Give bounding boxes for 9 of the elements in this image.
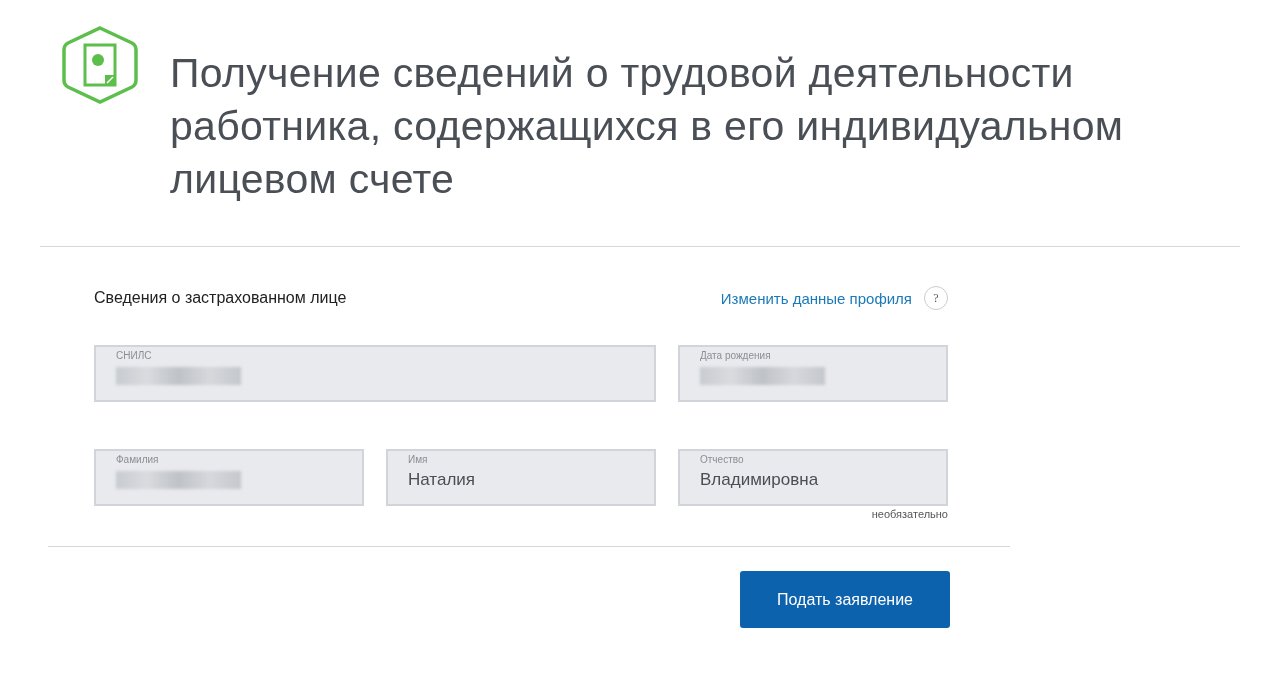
page-title: Получение сведений о трудовой деятельности работника, содержащихся в его индивидуальном лицевом счете: [170, 49, 1125, 204]
optional-note: необязательно: [871, 508, 948, 520]
section-heading: Сведения о застрахованном лице: [94, 289, 347, 307]
document-emblem-icon: [60, 25, 140, 105]
help-button[interactable]: ?: [924, 286, 948, 310]
edit-profile-link[interactable]: Изменить данные профиля: [720, 289, 912, 307]
input-field[interactable]: Имя Наталия: [386, 449, 656, 506]
submit-button[interactable]: Подать заявление: [740, 571, 950, 628]
input-field[interactable]: Отчество Владимировна: [678, 449, 948, 506]
